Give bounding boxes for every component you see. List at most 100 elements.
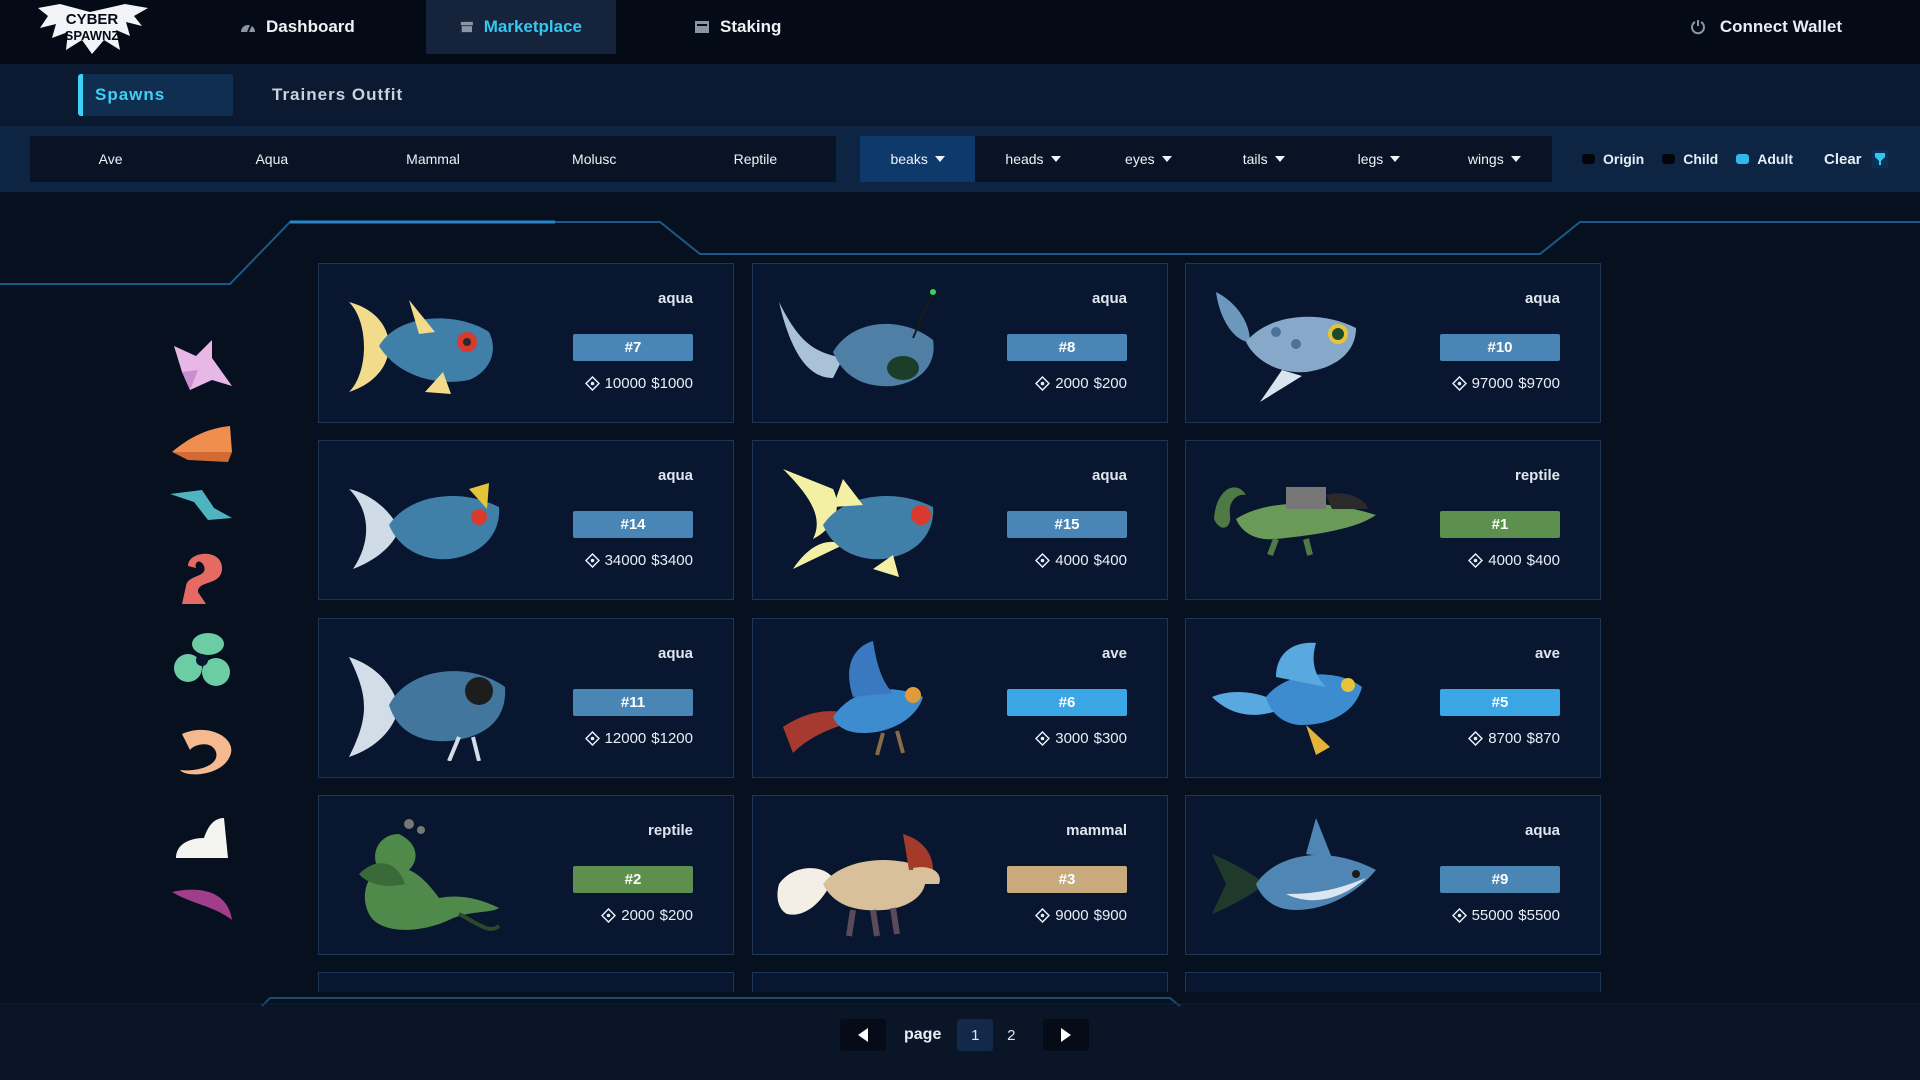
tentacle-icon[interactable]	[168, 722, 238, 782]
token-icon	[1035, 908, 1051, 923]
price-usd: $400	[1093, 552, 1127, 569]
cyber-spawnz-logo[interactable]: CYBER SPAWNZ	[30, 2, 155, 56]
leaf-cluster-icon[interactable]	[168, 630, 238, 690]
stage-child-checkbox[interactable]: Child	[1662, 151, 1718, 167]
chevron-down-icon	[1390, 156, 1401, 162]
spawn-class: reptile	[1514, 467, 1560, 484]
spawn-artwork	[779, 289, 936, 387]
spawn-class: ave	[1534, 645, 1560, 662]
class-filter-molusc[interactable]: Molusc	[514, 136, 675, 182]
chevron-down-icon	[1050, 156, 1061, 162]
class-filter-aqua[interactable]: Aqua	[191, 136, 352, 182]
next-page-button[interactable]	[1043, 1019, 1090, 1051]
connect-wallet-button[interactable]: Connect Wallet	[1690, 0, 1842, 54]
tab-trainers-outfit[interactable]: Trainers Outfit	[272, 74, 403, 116]
nav-dashboard[interactable]: Dashboard	[206, 0, 389, 54]
fox-head-icon[interactable]	[168, 336, 238, 396]
spawn-id-badge: #1	[1440, 511, 1560, 538]
part-filter-wings[interactable]: wings	[1437, 136, 1552, 182]
spawn-artwork	[783, 641, 923, 756]
spawn-card[interactable]: ave #5 8700 $870	[1185, 618, 1601, 778]
spawn-card[interactable]: reptile #2 2000 $200	[318, 795, 734, 955]
spawn-card[interactable]: mammal #3 9000 $900	[752, 795, 1168, 955]
chevron-down-icon	[934, 156, 945, 162]
stage-adult-checkbox[interactable]: Adult	[1736, 151, 1793, 167]
token-icon	[584, 731, 600, 746]
token-icon	[584, 553, 600, 568]
checkbox-checked-icon	[1736, 154, 1750, 164]
spawn-card[interactable]: aqua #15 4000 $400	[752, 440, 1168, 600]
stage-label: Origin	[1603, 151, 1645, 167]
part-filter-legs[interactable]: legs	[1321, 136, 1436, 182]
class-filter-mammal[interactable]: Mammal	[352, 136, 513, 182]
connect-wallet-label: Connect Wallet	[1719, 17, 1842, 36]
card-partial	[752, 972, 1168, 992]
foot-icon[interactable]	[168, 808, 238, 868]
spawn-card[interactable]: aqua #9 55000 $5500	[1185, 795, 1601, 955]
spawn-id-badge: #15	[1007, 511, 1127, 538]
svg-text:CYBER: CYBER	[66, 11, 119, 28]
part-filter-label: legs	[1357, 151, 1384, 167]
nav-marketplace-label: Marketplace	[483, 17, 582, 36]
nav-dashboard-label: Dashboard	[266, 17, 355, 36]
spawn-id-badge: #5	[1440, 689, 1560, 716]
store-icon	[460, 21, 473, 33]
spawn-card[interactable]: reptile #1 4000 $400	[1185, 440, 1601, 600]
spawn-price: 8700 $870	[1468, 730, 1560, 747]
wing-icon[interactable]	[168, 880, 238, 940]
price-tokens: 34000	[604, 552, 647, 569]
spawn-card[interactable]: aqua #7 10000 $1000	[318, 263, 734, 423]
checkbox-icon	[1662, 154, 1676, 164]
token-icon	[584, 376, 600, 391]
page-1-button[interactable]: 1	[957, 1019, 994, 1051]
tab-spawns[interactable]: Spawns	[78, 74, 233, 116]
spawn-card[interactable]: aqua #11 12000 $1200	[318, 618, 734, 778]
token-icon	[1451, 376, 1467, 391]
spawn-class: aqua	[1524, 822, 1560, 839]
part-filter-eyes[interactable]: eyes	[1091, 136, 1206, 182]
clear-filters-button[interactable]: Clear	[1824, 136, 1888, 182]
spawn-class: ave	[1101, 645, 1127, 662]
prev-page-button[interactable]	[840, 1019, 886, 1051]
spawn-artwork	[777, 834, 940, 937]
part-filter-label: beaks	[890, 151, 928, 167]
beak-icon[interactable]	[168, 414, 238, 474]
price-usd: $1200	[651, 730, 693, 747]
spawn-price: 12000 $1200	[584, 730, 693, 747]
spawn-card[interactable]: aqua #8 2000 $200	[752, 263, 1168, 423]
spawn-card[interactable]: ave #6 3000 $300	[752, 618, 1168, 778]
price-usd: $870	[1526, 730, 1560, 747]
spawn-artwork	[349, 657, 506, 761]
stage-filter-group: Origin Child Adult	[1582, 136, 1793, 182]
spawn-card[interactable]: aqua #10 97000 $9700	[1185, 263, 1601, 423]
class-filter-ave[interactable]: Ave	[30, 136, 191, 182]
stage-label: Adult	[1757, 151, 1793, 167]
class-filter-group: Ave Aqua Mammal Molusc Reptile	[30, 136, 836, 182]
stage-origin-checkbox[interactable]: Origin	[1582, 151, 1644, 167]
page-2-button[interactable]: 2	[993, 1019, 1029, 1051]
spawn-class: mammal	[1066, 822, 1127, 839]
price-tokens: 4000	[1055, 552, 1089, 569]
part-filter-beaks[interactable]: beaks	[860, 136, 976, 182]
fin-icon[interactable]	[168, 478, 238, 538]
top-nav: CYBER SPAWNZ Dashboard Marketplace Staki…	[0, 0, 1920, 64]
nav-staking[interactable]: Staking	[660, 0, 815, 54]
spawn-id-badge: #6	[1007, 689, 1127, 716]
svg-text:SPAWNZ: SPAWNZ	[65, 28, 120, 43]
token-icon	[1468, 553, 1484, 568]
spawn-artwork	[1216, 292, 1356, 402]
part-filter-label: heads	[1005, 151, 1044, 167]
price-usd: $3400	[651, 552, 693, 569]
part-filter-tails[interactable]: tails	[1206, 136, 1321, 182]
spawn-artwork	[349, 300, 493, 394]
part-filter-heads[interactable]: heads	[975, 136, 1090, 182]
class-filter-reptile[interactable]: Reptile	[675, 136, 836, 182]
nav-marketplace[interactable]: Marketplace	[426, 0, 616, 54]
part-filter-label: tails	[1242, 151, 1268, 167]
tail-icon[interactable]	[168, 546, 238, 606]
price-tokens: 2000	[1055, 375, 1089, 392]
spawn-card[interactable]: aqua #14 34000 $3400	[318, 440, 734, 600]
price-usd: $200	[659, 907, 693, 924]
price-usd: $9700	[1518, 375, 1560, 392]
price-usd: $300	[1093, 730, 1127, 747]
